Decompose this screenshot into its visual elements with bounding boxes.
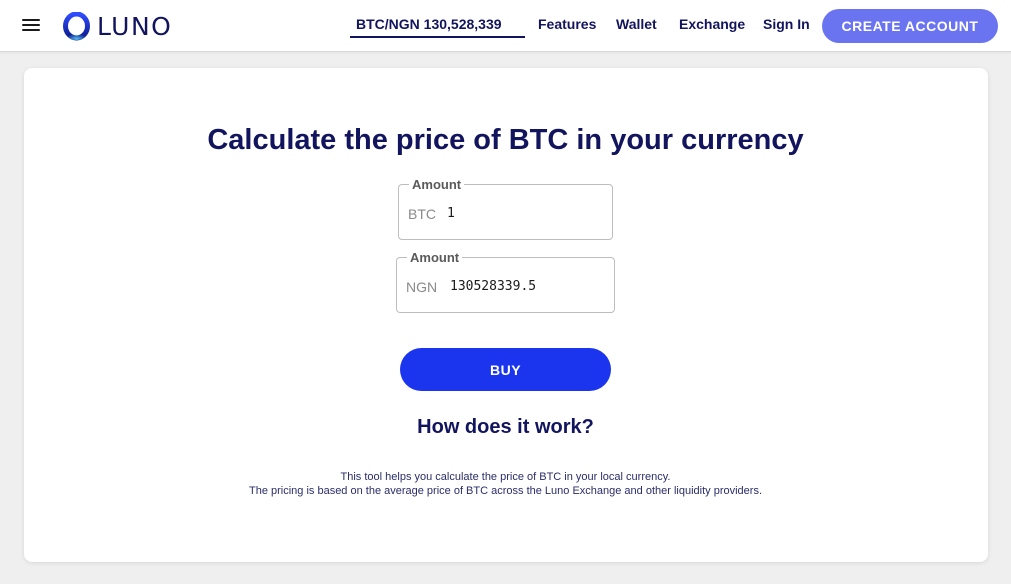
hamburger-menu-icon[interactable] [22,18,40,32]
ngn-amount-input[interactable] [450,275,600,297]
buy-button[interactable]: BUY [400,348,611,391]
btc-currency-prefix: BTC [408,206,436,222]
ngn-amount-label: Amount [407,250,463,265]
description-line-2: The pricing is based on the average pric… [248,485,762,497]
description-text: This tool helps you calculate the price … [0,470,1011,498]
how-does-it-work-heading: How does it work? [417,416,594,438]
nav-link-sign-in[interactable]: Sign In [763,16,810,32]
btc-amount-input[interactable] [447,202,597,224]
top-navigation-bar: LUNO BTC/NGN 130,528,339 Features Wallet… [0,0,1011,52]
btc-ngn-ticker[interactable]: BTC/NGN 130,528,339 [356,16,502,32]
create-account-button[interactable]: CREATE ACCOUNT [822,9,998,43]
nav-link-features[interactable]: Features [538,16,596,32]
btc-amount-label: Amount [409,177,465,192]
luno-logo-icon [63,11,90,40]
description-line-1: This tool helps you calculate the price … [340,471,671,483]
ngn-currency-prefix: NGN [406,279,438,295]
page-title: Calculate the price of BTC in your curre… [207,124,804,156]
ngn-amount-field[interactable]: Amount NGN [396,250,615,313]
btc-amount-field[interactable]: Amount BTC [398,177,613,240]
luno-wordmark: LUNO [97,11,173,41]
ticker-underline [350,36,525,38]
luno-logo[interactable]: LUNO [63,9,172,43]
nav-link-wallet[interactable]: Wallet [616,16,657,32]
nav-link-exchange[interactable]: Exchange [679,16,745,32]
